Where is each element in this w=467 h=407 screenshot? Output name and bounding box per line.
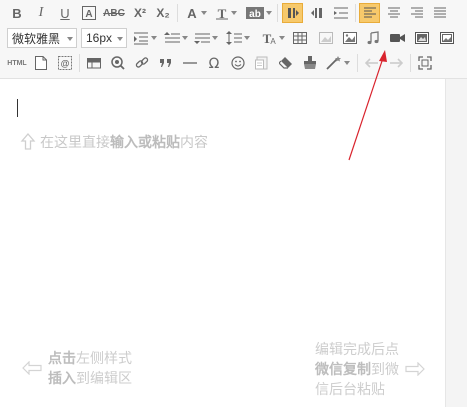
rtl-icon[interactable] bbox=[307, 3, 327, 23]
indent-icon[interactable] bbox=[330, 3, 352, 23]
placeholder-post: 内容 bbox=[180, 134, 208, 150]
paragraph-spacing-icon[interactable] bbox=[163, 28, 189, 48]
svg-text:A: A bbox=[85, 9, 92, 20]
magic-wand-icon[interactable] bbox=[324, 53, 352, 73]
bold-label: B bbox=[12, 5, 22, 21]
left-hint-line2-bold: 插入 bbox=[48, 370, 76, 386]
toolbar-separator bbox=[355, 4, 356, 22]
editor-scrollbar[interactable] bbox=[445, 79, 467, 407]
underline-icon[interactable]: U bbox=[55, 3, 75, 23]
toolbar-separator bbox=[277, 4, 278, 22]
justify-icon[interactable] bbox=[430, 3, 450, 23]
placeholder-bold: 输入或粘贴 bbox=[110, 134, 180, 150]
font-family-select[interactable]: 微软雅黑 bbox=[7, 28, 77, 48]
redo-icon[interactable] bbox=[386, 53, 406, 73]
insert-image-icon[interactable] bbox=[340, 28, 360, 48]
text-highlight-icon[interactable]: T bbox=[213, 3, 239, 23]
box-text-icon[interactable]: A bbox=[79, 3, 99, 23]
row-spacing-icon[interactable] bbox=[132, 28, 158, 48]
chevron-down-icon bbox=[67, 37, 73, 41]
format-brush-icon[interactable] bbox=[300, 53, 320, 73]
toolbar-separator bbox=[357, 54, 358, 72]
right-hint-line2-rest: 到微 bbox=[371, 361, 399, 377]
horizontal-rule-icon[interactable] bbox=[180, 53, 200, 73]
document-icon[interactable] bbox=[32, 53, 50, 73]
ltr-icon[interactable] bbox=[282, 3, 303, 23]
left-hint: 点击左侧样式 插入到编辑区 bbox=[22, 348, 132, 388]
arrow-right-icon bbox=[405, 362, 425, 376]
align-right-icon[interactable] bbox=[407, 3, 427, 23]
toolbar-row-2: 微软雅黑 16px TA bbox=[0, 26, 467, 52]
bg-color-icon[interactable]: ab bbox=[245, 3, 273, 23]
html-source-icon[interactable]: HTML bbox=[6, 53, 28, 73]
undo-icon[interactable] bbox=[362, 53, 382, 73]
rich-text-editor: B I U A ABC X² X₂ A T ab 微软雅黑 16px T A H… bbox=[0, 0, 467, 407]
template-icon[interactable] bbox=[252, 53, 272, 73]
underline-label: U bbox=[60, 5, 70, 21]
html-label: HTML bbox=[7, 59, 27, 67]
omega-icon[interactable]: Ω bbox=[204, 53, 224, 73]
right-hint-line1: 编辑完成后点 bbox=[315, 341, 399, 357]
strikethrough-icon[interactable]: ABC bbox=[103, 3, 125, 23]
svg-text:T: T bbox=[218, 6, 227, 20]
paragraph-format-icon[interactable]: TA bbox=[258, 28, 286, 48]
text-cursor bbox=[17, 99, 18, 117]
subscript-label: X₂ bbox=[156, 6, 170, 20]
toolbar-separator bbox=[177, 4, 178, 22]
editor-placeholder: 在这里直接 输入或粘贴 内容 bbox=[20, 132, 208, 152]
align-center-icon[interactable] bbox=[384, 3, 404, 23]
superscript-label: X² bbox=[134, 6, 146, 20]
svg-text:A: A bbox=[187, 6, 197, 20]
video-icon[interactable] bbox=[387, 28, 409, 48]
horizontal-table-icon[interactable] bbox=[84, 53, 104, 73]
code-icon[interactable]: @ bbox=[55, 53, 75, 73]
toolbar-row-1: B I U A ABC X² X₂ A T ab bbox=[0, 1, 467, 27]
font-size-select[interactable]: 16px bbox=[81, 28, 127, 48]
left-hint-line1-bold: 点击 bbox=[48, 350, 76, 366]
svg-text:Ω: Ω bbox=[209, 56, 220, 70]
gallery-icon[interactable] bbox=[412, 28, 432, 48]
svg-text:ab: ab bbox=[249, 9, 261, 20]
right-hint: 编辑完成后点 微信复制到微 信后台粘贴 bbox=[315, 339, 425, 399]
eraser-icon[interactable] bbox=[276, 53, 296, 73]
fullscreen-icon[interactable] bbox=[415, 53, 435, 73]
placeholder-pre: 在这里直接 bbox=[40, 134, 110, 150]
toolbar-separator bbox=[79, 54, 80, 72]
anchor-icon[interactable] bbox=[108, 53, 128, 73]
font-color-icon[interactable]: A bbox=[183, 3, 209, 23]
quote-icon[interactable] bbox=[156, 53, 176, 73]
arrow-left-icon bbox=[22, 361, 42, 375]
link-icon[interactable] bbox=[132, 53, 152, 73]
toolbar-separator bbox=[410, 54, 411, 72]
paragraph-spacing-after-icon[interactable] bbox=[193, 28, 219, 48]
italic-icon[interactable]: I bbox=[31, 3, 51, 23]
image-placeholder-icon[interactable] bbox=[316, 28, 336, 48]
editor-toolbar: B I U A ABC X² X₂ A T ab 微软雅黑 16px T A H… bbox=[0, 0, 467, 79]
subscript-icon[interactable]: X₂ bbox=[153, 3, 173, 23]
svg-text:@: @ bbox=[61, 59, 70, 69]
bold-icon[interactable]: B bbox=[7, 3, 27, 23]
superscript-icon[interactable]: X² bbox=[130, 3, 150, 23]
toolbar-row-3: HTML @ Ω bbox=[0, 51, 467, 77]
table-icon[interactable] bbox=[290, 28, 310, 48]
strikethrough-label: ABC bbox=[103, 7, 125, 19]
left-hint-line2-rest: 到编辑区 bbox=[76, 370, 132, 386]
font-family-value: 微软雅黑 bbox=[12, 31, 61, 46]
right-hint-line2-bold: 微信复制 bbox=[315, 361, 371, 377]
arrow-up-icon bbox=[20, 133, 36, 150]
line-height-icon[interactable] bbox=[225, 28, 251, 48]
left-hint-line1-rest: 左侧样式 bbox=[76, 350, 132, 366]
italic-label: I bbox=[38, 5, 44, 20]
svg-text:A: A bbox=[270, 37, 276, 45]
gallery-grid-icon[interactable] bbox=[437, 28, 457, 48]
font-size-value: 16px bbox=[86, 31, 113, 45]
right-hint-line3: 信后台粘贴 bbox=[315, 381, 385, 397]
emotion-icon[interactable] bbox=[228, 53, 248, 73]
chevron-down-icon bbox=[117, 37, 123, 41]
music-icon[interactable] bbox=[363, 28, 383, 48]
align-left-icon[interactable] bbox=[359, 3, 380, 23]
